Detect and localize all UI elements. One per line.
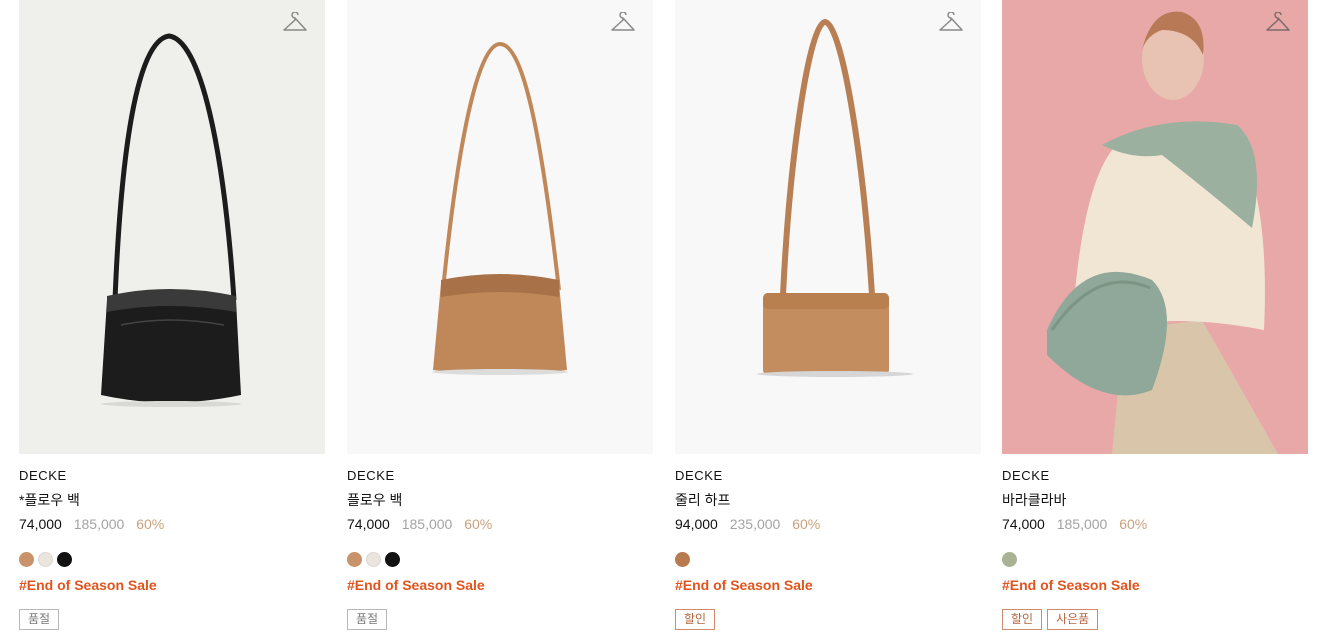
hanger-icon[interactable] [282, 12, 308, 34]
brand-name: DECKE [675, 468, 723, 483]
color-swatch[interactable] [366, 551, 381, 567]
product-name[interactable]: 줄리 하프 [675, 491, 981, 509]
product-image-link[interactable] [1002, 0, 1308, 454]
color-swatch[interactable] [19, 551, 34, 567]
product-name[interactable]: 바라클라바 [1002, 491, 1308, 509]
product-image [347, 0, 653, 454]
discount-rate: 60% [464, 516, 493, 532]
price-row: 74,000 185,000 60% [347, 515, 653, 533]
product-image [675, 0, 981, 454]
sale-badge: 할인 [675, 609, 716, 630]
promo-link[interactable]: #End of Season Sale [347, 576, 653, 594]
product-image [19, 0, 325, 454]
promo-link[interactable]: #End of Season Sale [675, 576, 981, 594]
original-price: 185,000 [73, 516, 125, 532]
price-row: 94,000 235,000 60% [675, 515, 981, 533]
color-swatches [19, 551, 325, 567]
product-card[interactable]: DECKE 바라클라바 74,000 185,000 60% #End of S… [1002, 0, 1308, 630]
price-row: 74,000 185,000 60% [1002, 515, 1308, 533]
color-swatches [347, 551, 653, 567]
promo-link[interactable]: #End of Season Sale [19, 576, 325, 594]
sale-price: 74,000 [347, 516, 390, 532]
hanger-icon[interactable] [938, 12, 964, 34]
original-price: 185,000 [1056, 516, 1108, 532]
sale-price: 74,000 [1002, 516, 1045, 532]
promo-link[interactable]: #End of Season Sale [1002, 576, 1308, 594]
color-swatch[interactable] [1002, 551, 1017, 567]
color-swatch[interactable] [38, 551, 53, 567]
original-price: 185,000 [401, 516, 453, 532]
gift-badge: 사은품 [1047, 609, 1099, 630]
product-image-link[interactable] [347, 0, 653, 454]
product-card[interactable]: DECKE 플로우 백 74,000 185,000 60% #End of S… [347, 0, 653, 630]
product-grid: DECKE *플로우 백 74,000 185,000 60% #End of … [0, 0, 1319, 636]
tag-list: 품절 [347, 609, 653, 630]
product-card[interactable]: DECKE *플로우 백 74,000 185,000 60% #End of … [19, 0, 325, 630]
discount-rate: 60% [792, 516, 821, 532]
tag-list: 할인 [675, 609, 981, 630]
hanger-icon[interactable] [1265, 12, 1291, 34]
sale-price: 74,000 [19, 516, 62, 532]
product-image [1002, 0, 1308, 454]
tag-list: 품절 [19, 609, 325, 630]
color-swatch[interactable] [675, 551, 690, 567]
discount-rate: 60% [136, 516, 165, 532]
color-swatches [1002, 551, 1308, 567]
brand-name: DECKE [19, 468, 67, 483]
color-swatch[interactable] [385, 551, 400, 567]
original-price: 235,000 [729, 516, 781, 532]
soldout-badge: 품절 [19, 609, 60, 630]
color-swatch[interactable] [347, 551, 362, 567]
soldout-badge: 품절 [347, 609, 388, 630]
tag-list: 할인 사은품 [1002, 609, 1308, 630]
sale-badge: 할인 [1002, 609, 1043, 630]
product-name[interactable]: *플로우 백 [19, 491, 325, 509]
product-card[interactable]: DECKE 줄리 하프 94,000 235,000 60% #End of S… [675, 0, 981, 630]
hanger-icon[interactable] [610, 12, 636, 34]
price-row: 74,000 185,000 60% [19, 515, 325, 533]
color-swatches [675, 551, 981, 567]
product-image-link[interactable] [675, 0, 981, 454]
product-image-link[interactable] [19, 0, 325, 454]
brand-name: DECKE [1002, 468, 1050, 483]
color-swatch[interactable] [57, 551, 72, 567]
sale-price: 94,000 [675, 516, 718, 532]
product-name[interactable]: 플로우 백 [347, 491, 653, 509]
brand-name: DECKE [347, 468, 395, 483]
discount-rate: 60% [1119, 516, 1148, 532]
